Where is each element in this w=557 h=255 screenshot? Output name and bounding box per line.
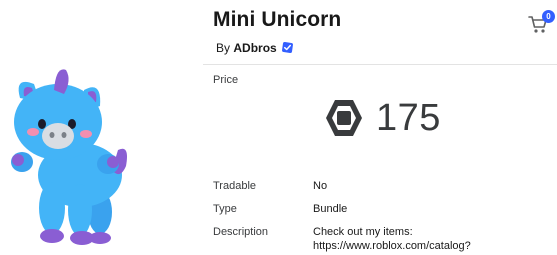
type-label: Type	[213, 203, 237, 215]
price-display: 175	[322, 96, 441, 140]
item-thumbnail[interactable]	[0, 60, 200, 250]
cart-count-badge: 0	[542, 10, 555, 23]
tradable-label: Tradable	[213, 180, 257, 192]
tradable-value: No	[313, 180, 328, 192]
description-link[interactable]: https://www.roblox.com/catalog?	[313, 240, 471, 252]
robux-icon	[326, 100, 362, 136]
item-title: Mini Unicorn	[213, 8, 342, 31]
unicorn-image	[11, 69, 127, 245]
description-text: Check out my items:	[313, 226, 413, 238]
price-amount: 175	[376, 96, 441, 139]
creator-link[interactable]: ADbros	[233, 41, 276, 55]
description-label: Description	[213, 226, 269, 238]
price-label: Price	[213, 74, 239, 86]
by-label: By	[216, 41, 231, 55]
header-divider	[203, 64, 557, 65]
creator-byline: By ADbros	[216, 41, 294, 55]
verified-badge-icon	[282, 42, 294, 53]
type-value: Bundle	[313, 203, 348, 215]
